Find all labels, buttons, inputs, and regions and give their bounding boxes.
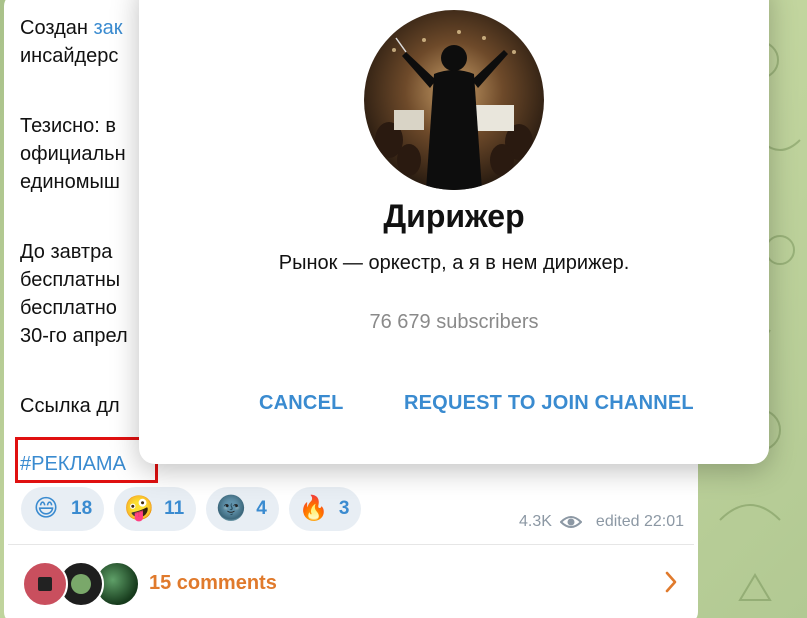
chevron-right-icon (665, 571, 677, 593)
divider (8, 544, 694, 545)
channel-title: Дирижер (383, 198, 525, 234)
message-line: официальн (20, 143, 126, 165)
fire-emoji-icon: 🔥 (298, 495, 329, 522)
new-moon-face-emoji-icon: 🌚 (216, 495, 247, 522)
message-line: единомыш (20, 171, 120, 193)
comments-button[interactable]: 15 comments (4, 553, 698, 613)
reaction-moon[interactable]: 🌚 4 (206, 487, 279, 531)
join-channel-dialog: Дирижер Рынок — оркестр, а я в нем дириж… (139, 0, 769, 464)
message-line: бесплатны (20, 269, 121, 291)
channel-avatar (364, 10, 544, 190)
message-line: Ссылка дл (20, 395, 120, 417)
comments-label: 15 comments (149, 572, 277, 594)
reaction-count: 3 (338, 498, 350, 519)
commenter-avatars (22, 561, 142, 607)
zany-face-emoji-icon: 🤪 (124, 495, 155, 522)
highlight-box (15, 437, 158, 483)
message-line: Создан зак (20, 17, 123, 39)
reaction-count: 11 (164, 498, 185, 519)
reaction-count: 18 (71, 498, 93, 519)
cancel-button[interactable]: CANCEL (259, 392, 344, 415)
channel-description: Рынок — оркестр, а я в нем дирижер. (278, 252, 630, 274)
reaction-zany[interactable]: 🤪 11 (114, 487, 197, 531)
reaction-fire[interactable]: 🔥 3 (288, 487, 362, 531)
message-line: Тезисно: в (20, 115, 117, 137)
reaction-grin[interactable]: 😄 18 (21, 487, 105, 531)
views-count: 4.3K (519, 513, 552, 530)
subscriber-count: 76 679 subscribers (369, 311, 539, 333)
reaction-count: 4 (256, 498, 267, 519)
message-meta: 4.3K edited 22:01 (519, 513, 684, 531)
message-link[interactable]: зак (93, 17, 122, 39)
eye-icon (559, 516, 582, 528)
reactions-bar: 😄 18 🤪 11 🌚 4 🔥 3 (21, 487, 362, 531)
edited-timestamp: edited 22:01 (595, 513, 684, 530)
message-line: инсайдерс (20, 45, 119, 67)
message-line: 30-го апрел (20, 325, 128, 347)
grin-emoji-icon: 😄 (33, 495, 59, 522)
request-to-join-button[interactable]: REQUEST TO JOIN CHANNEL (404, 392, 694, 415)
message-line: бесплатно (20, 297, 117, 319)
avatar (22, 561, 68, 607)
message-line: До завтра (20, 241, 113, 263)
